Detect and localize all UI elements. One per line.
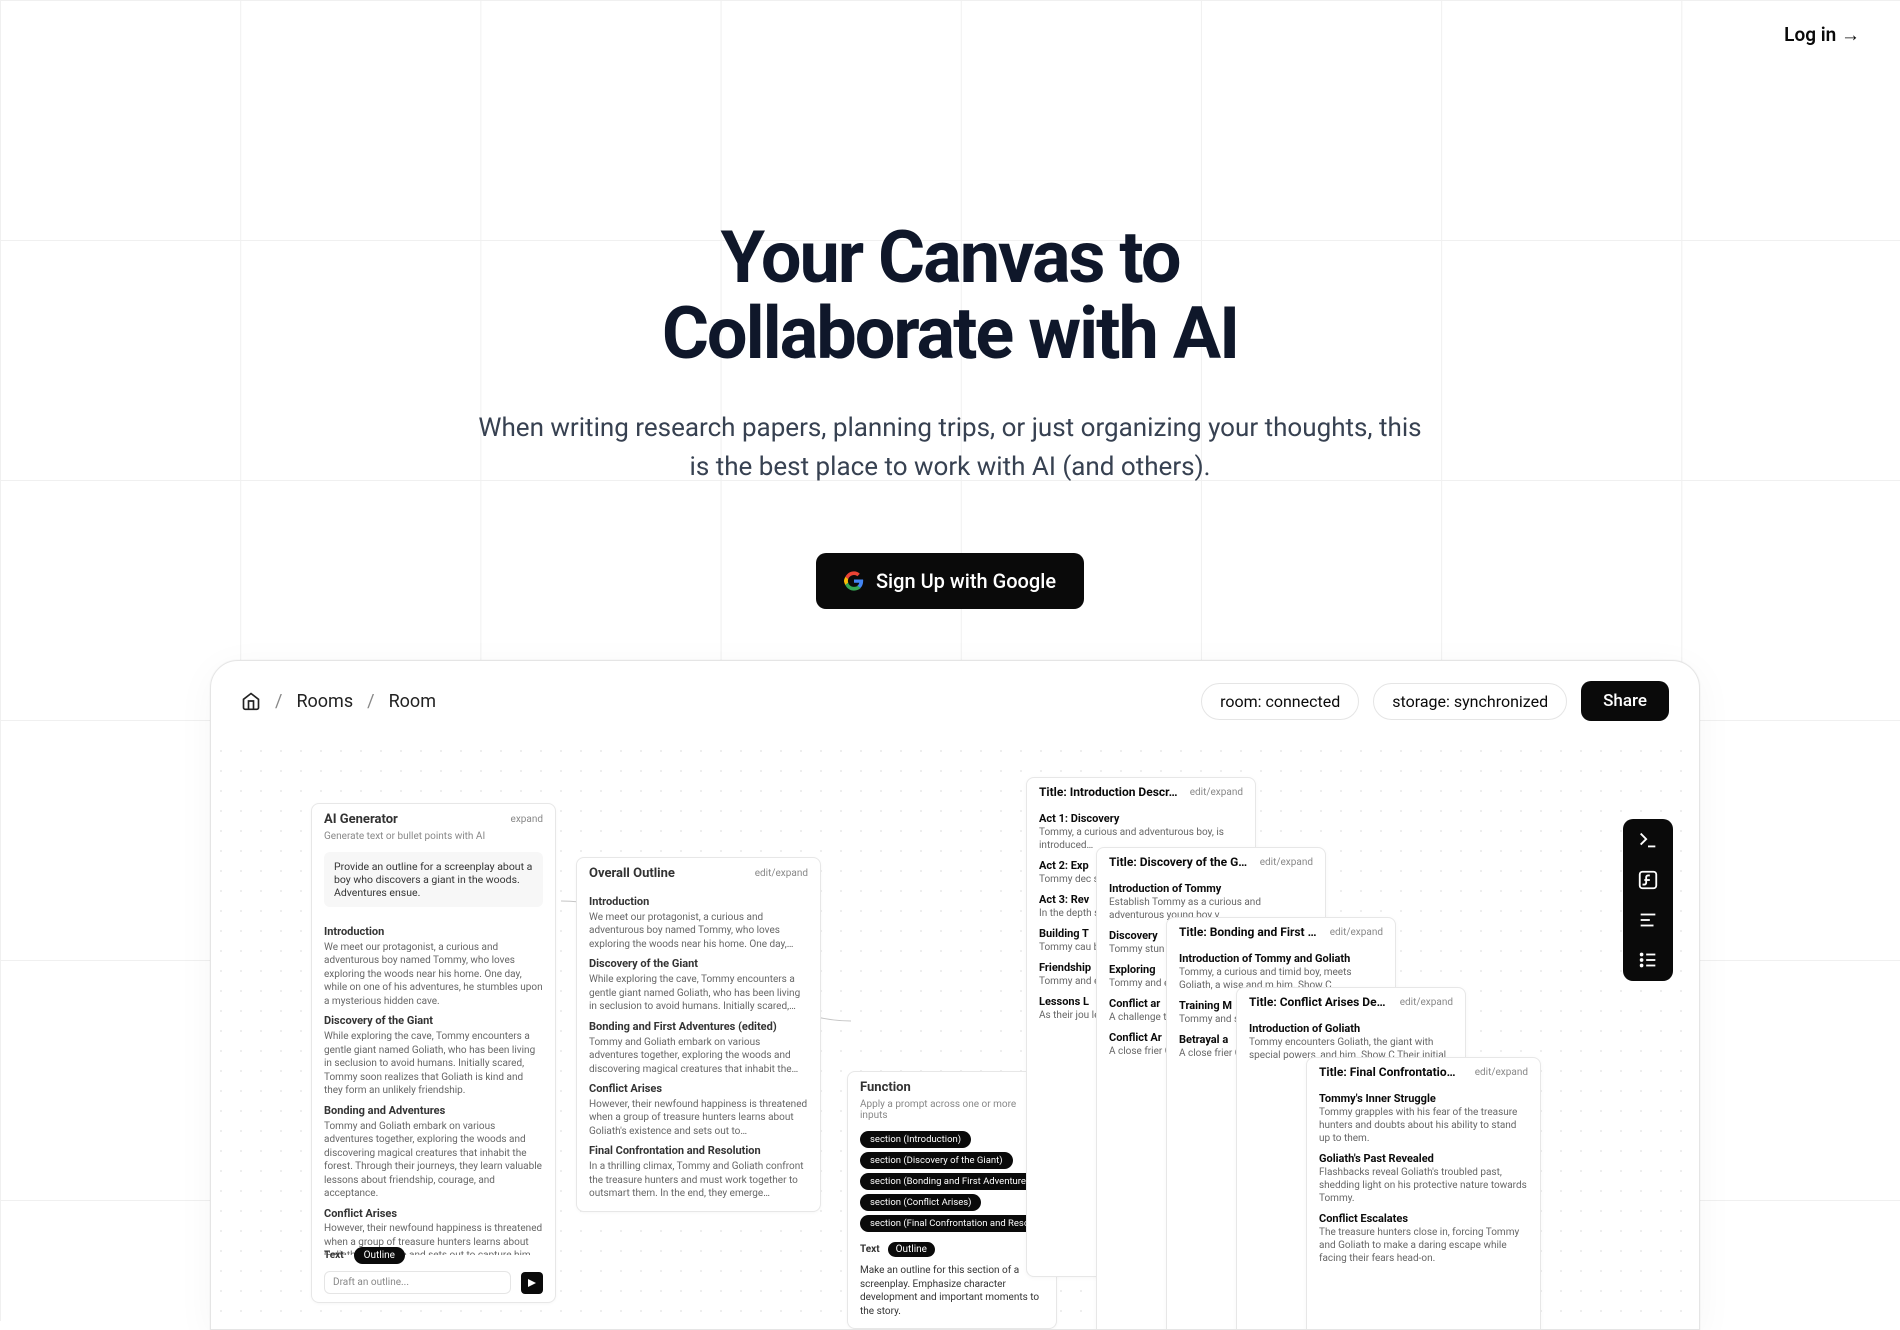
fn-pill[interactable]: section (Discovery of the Giant) <box>860 1152 1013 1169</box>
t1-title: Title: Introduction Descr… <box>1039 785 1177 799</box>
google-icon <box>844 571 864 591</box>
hero-title-line1: Your Canvas to <box>721 215 1180 300</box>
aigen-s4-head: Conflict Arises <box>324 1207 543 1222</box>
aigen-foot-outline[interactable]: Outline <box>354 1247 405 1264</box>
crumb-rooms[interactable]: Rooms <box>296 691 353 712</box>
text-left-icon[interactable] <box>1637 909 1659 931</box>
t5-expand[interactable]: edit/expand <box>1475 1067 1528 1078</box>
fn-pill-list: section (Introduction) section (Discover… <box>848 1127 1056 1236</box>
fn-pill[interactable]: section (Introduction) <box>860 1131 971 1148</box>
t4-a1-h: Introduction of Goliath <box>1249 1022 1453 1035</box>
overall-expand[interactable]: edit/expand <box>755 868 808 879</box>
login-button[interactable]: Log in → <box>1784 23 1860 47</box>
aigen-foot-text[interactable]: Text <box>324 1250 344 1261</box>
status-storage: storage: synchronized <box>1373 683 1567 720</box>
t5-a2-t: Flashbacks reveal Goliath's troubled pas… <box>1319 1166 1528 1205</box>
status-room: room: connected <box>1201 683 1359 720</box>
t3-expand[interactable]: edit/expand <box>1330 927 1383 938</box>
fn-foot-outline[interactable]: Outline <box>888 1242 935 1257</box>
ov-s4-t: However, their newfound happiness is thr… <box>589 1098 808 1139</box>
t1-a1-h: Act 1: Discovery <box>1039 812 1243 825</box>
crumb-sep: / <box>275 691 282 712</box>
fn-desc: Make an outline for this section of a sc… <box>860 1264 1044 1318</box>
hero-subtitle-line1: When writing research papers, planning t… <box>478 413 1421 443</box>
t5-a1-h: Tommy's Inner Struggle <box>1319 1092 1528 1105</box>
t5-a3-t: The treasure hunters close in, forcing T… <box>1319 1226 1528 1265</box>
terminal-icon[interactable] <box>1637 829 1659 851</box>
aigen-s2-txt: While exploring the cave, Tommy encounte… <box>324 1030 543 1098</box>
t4-expand[interactable]: edit/expand <box>1400 997 1453 1008</box>
t3-title: Title: Bonding and First … <box>1179 925 1316 939</box>
list-icon[interactable] <box>1637 949 1659 971</box>
fn-pill[interactable]: section (Conflict Arises) <box>860 1194 981 1211</box>
card-final[interactable]: Title: Final Confrontatio… edit/expand To… <box>1306 1057 1541 1330</box>
ov-s1-h: Introduction <box>589 895 808 910</box>
breadcrumb: / Rooms / Room <box>241 691 436 712</box>
function-icon[interactable] <box>1637 869 1659 891</box>
aigen-title: AI Generator <box>324 812 398 827</box>
fn-title: Function <box>860 1080 911 1095</box>
overall-title: Overall Outline <box>589 866 675 881</box>
aigen-s3-txt: Tommy and Goliath embark on various adve… <box>324 1120 543 1201</box>
aigen-prompt: Provide an outline for a screenplay abou… <box>324 852 543 907</box>
t5-a3-h: Conflict Escalates <box>1319 1212 1528 1225</box>
t3-a1-h: Introduction of Tommy and Goliath <box>1179 952 1383 965</box>
t4-title: Title: Conflict Arises De… <box>1249 995 1385 1009</box>
signup-google-button[interactable]: Sign Up with Google <box>816 553 1084 609</box>
t2-title: Title: Discovery of the G… <box>1109 855 1247 869</box>
ov-s3-h: Bonding and First Adventures (edited) <box>589 1020 808 1035</box>
aigen-s1-head: Introduction <box>324 925 543 940</box>
fn-sub: Apply a prompt across one or more inputs <box>848 1099 1056 1127</box>
aigen-s1-txt: We meet our protagonist, a curious and a… <box>324 941 543 1009</box>
app-preview: / Rooms / Room room: connected storage: … <box>210 660 1700 1330</box>
card-overall-outline[interactable]: Overall Outline edit/expand Introduction… <box>576 857 821 1212</box>
t5-title: Title: Final Confrontatio… <box>1319 1065 1456 1079</box>
ov-s5-h: Final Confrontation and Resolution <box>589 1144 808 1159</box>
ov-s2-t: While exploring the cave, Tommy encounte… <box>589 973 808 1014</box>
hero-subtitle-line2: is the best place to work with AI (and o… <box>690 452 1211 482</box>
play-icon[interactable] <box>521 1272 543 1294</box>
crumb-sep: / <box>367 691 374 712</box>
canvas[interactable]: AI Generator expand Generate text or bul… <box>211 741 1699 1330</box>
tool-sidebar <box>1623 819 1673 981</box>
aigen-s3-head: Bonding and Adventures <box>324 1104 543 1119</box>
ov-s5-t: In a thrilling climax, Tommy and Goliath… <box>589 1160 808 1201</box>
t5-a1-t: Tommy grapples with his fear of the trea… <box>1319 1106 1528 1145</box>
ov-s4-h: Conflict Arises <box>589 1082 808 1097</box>
aigen-sub: Generate text or bullet points with AI <box>312 831 555 848</box>
hero-title: Your Canvas to Collaborate with AI <box>0 220 1900 371</box>
fn-foot-text[interactable]: Text <box>860 1244 880 1255</box>
aigen-draft-input[interactable]: Draft an outline... <box>324 1271 511 1294</box>
ov-s2-h: Discovery of the Giant <box>589 957 808 972</box>
t2-a1-h: Introduction of Tommy <box>1109 882 1313 895</box>
crumb-room[interactable]: Room <box>389 691 436 712</box>
signup-label: Sign Up with Google <box>876 569 1056 593</box>
hero-subtitle: When writing research papers, planning t… <box>0 409 1900 487</box>
hero-title-line2: Collaborate with AI <box>662 291 1238 376</box>
aigen-expand[interactable]: expand <box>511 814 543 825</box>
t2-expand[interactable]: edit/expand <box>1260 857 1313 868</box>
aigen-s2-head: Discovery of the Giant <box>324 1014 543 1029</box>
share-button[interactable]: Share <box>1581 681 1669 721</box>
home-icon[interactable] <box>241 691 261 711</box>
fn-pill[interactable]: section (Bonding and First Adventures… <box>860 1173 1047 1190</box>
t1-expand[interactable]: edit/expand <box>1190 787 1243 798</box>
t5-a2-h: Goliath's Past Revealed <box>1319 1152 1528 1165</box>
ov-s3-t: Tommy and Goliath embark on various adve… <box>589 1036 808 1077</box>
ov-s1-t: We meet our protagonist, a curious and a… <box>589 911 808 952</box>
card-ai-generator[interactable]: AI Generator expand Generate text or bul… <box>311 803 556 1303</box>
